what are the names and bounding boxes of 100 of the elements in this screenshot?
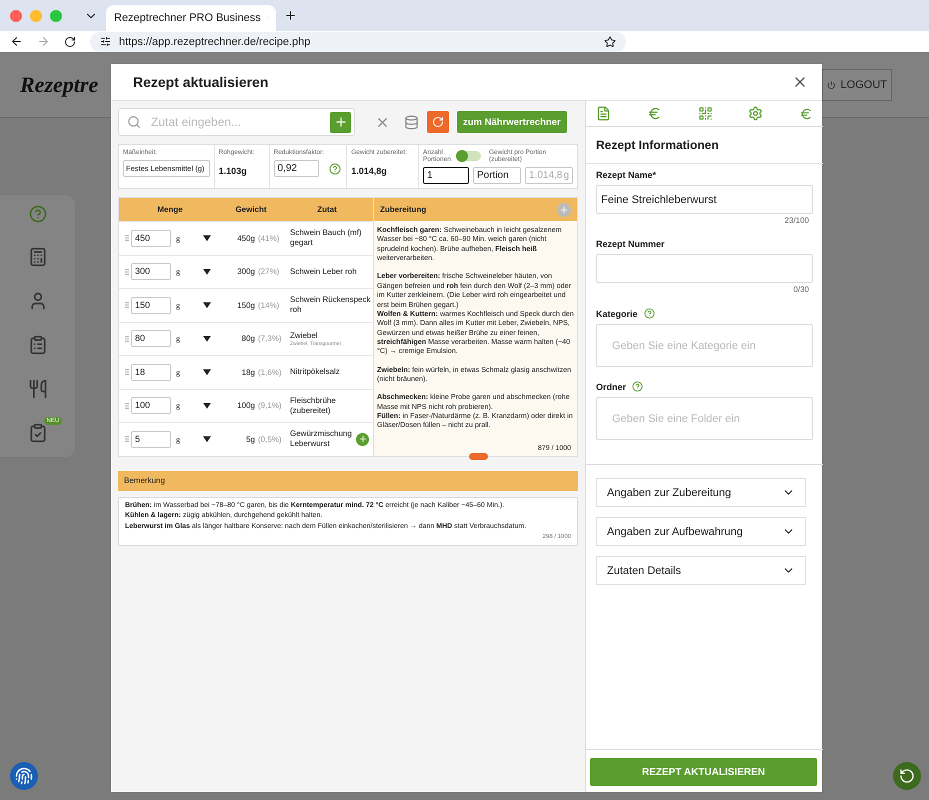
drag-handle-icon[interactable] (123, 334, 131, 343)
weight-text: 100g (236, 401, 255, 410)
new-tab-icon[interactable] (284, 9, 297, 22)
character-counter: 23/100 (784, 216, 809, 225)
ingredient-name: Zwiebel (290, 330, 318, 341)
list-icon[interactable] (28, 335, 48, 355)
reduction-input[interactable]: 0,92 (274, 160, 318, 178)
qr-code-icon[interactable] (698, 106, 712, 121)
refresh-button[interactable] (427, 111, 449, 133)
text-field[interactable]: Geben Sie eine Kategorie ein (596, 324, 813, 367)
weight-text: 5g (245, 434, 255, 444)
share-text: (41%) (258, 234, 280, 243)
calculator-icon[interactable] (28, 247, 48, 267)
forward-icon[interactable] (37, 35, 50, 48)
ingredient-name: Schwein Rückenspeck roh (290, 295, 371, 316)
field-label: Ordner (596, 382, 626, 392)
caret-icon[interactable] (203, 235, 211, 242)
text-field[interactable]: Feine Streichleberwurst (596, 185, 813, 214)
caret-icon[interactable] (203, 369, 211, 376)
drag-handle-icon[interactable] (123, 234, 131, 242)
raw-weight-value: 1.103g (218, 166, 248, 176)
drag-handle-icon[interactable] (123, 402, 131, 410)
share-text: (1,6%) (258, 368, 283, 377)
unit-text: g (175, 300, 181, 310)
section-title: Rezept Informationen (586, 127, 823, 164)
column-header: Menge (156, 205, 184, 214)
help-icon[interactable] (644, 308, 655, 319)
caret-icon[interactable] (203, 336, 211, 342)
ingredient-name: Nitritpökelsalz (290, 367, 340, 378)
amount-input[interactable]: 100 (131, 397, 171, 414)
drag-handle-icon[interactable] (123, 301, 131, 310)
browser-tab[interactable]: Rezeptrechner PRO Business (106, 5, 276, 31)
portions-input[interactable]: 1 (423, 167, 469, 184)
weight-text: 450g (236, 234, 255, 243)
share-text: (14%) (258, 300, 280, 310)
caret-icon[interactable] (203, 268, 211, 275)
clipboard-icon[interactable] (28, 423, 48, 443)
unit-text: g (175, 334, 181, 344)
resize-handle[interactable] (469, 452, 488, 460)
accordion-header[interactable]: Zutaten Details (596, 556, 806, 585)
portion-unit-input[interactable]: Portion (473, 167, 521, 184)
field-label: Rezept Name* (596, 170, 656, 180)
help-icon[interactable] (328, 162, 340, 175)
site-settings-icon[interactable] (100, 36, 111, 47)
settings-icon[interactable] (748, 106, 764, 121)
amount-input[interactable]: 18 (131, 364, 171, 381)
refresh-icon (432, 116, 444, 128)
accordion-header[interactable]: Angaben zur Zubereitung (596, 478, 806, 507)
weight-text: 80g (240, 334, 255, 344)
logout-button[interactable]: LOGOUT (822, 68, 892, 100)
modal-title: Rezept aktualisieren (133, 74, 268, 90)
drag-handle-icon[interactable] (123, 368, 131, 376)
ingredient-name: Schwein Bauch (mf) gegart (290, 228, 363, 248)
character-counter: 0/30 (793, 285, 809, 294)
amount-input[interactable]: 5 (131, 430, 171, 448)
back-icon[interactable] (10, 35, 23, 48)
caret-icon[interactable] (203, 402, 211, 409)
amount-input[interactable]: 300 (131, 263, 171, 280)
unit-text: g (175, 434, 181, 444)
add-icon[interactable] (356, 432, 369, 446)
text-field[interactable] (596, 254, 813, 283)
ingredient-name: Schwein Leber roh (290, 266, 357, 277)
cooked-weight-value: 1.014,8g (351, 166, 388, 176)
amount-input[interactable]: 80 (131, 330, 171, 348)
bookmark-icon[interactable] (604, 36, 616, 48)
amount-input[interactable]: 150 (131, 296, 171, 314)
help-icon[interactable] (632, 381, 644, 392)
share-text: (0,5%) (258, 434, 283, 444)
cutlery-icon[interactable] (28, 379, 48, 399)
address-bar[interactable]: https://app.rezeptrechner.de/recipe.php (90, 32, 626, 52)
add-button[interactable] (330, 112, 351, 132)
field-label: Rezept Nummer (596, 239, 665, 249)
portion-toggle[interactable] (457, 151, 481, 162)
field-label: Kategorie (596, 308, 638, 318)
drag-handle-icon[interactable] (123, 268, 131, 276)
close-window-icon[interactable] (10, 10, 22, 22)
drag-handle-icon[interactable] (123, 435, 131, 444)
ingredient-name: Gewürzmischung Leberwurst (290, 429, 353, 450)
unit-text: g (175, 401, 181, 410)
caret-icon[interactable] (203, 302, 211, 308)
share-text: (9,1%) (258, 401, 283, 410)
weight-text: 300g (236, 267, 255, 276)
column-header: Gewicht (234, 205, 268, 214)
share-text: (7,3%) (258, 334, 283, 344)
amount-input[interactable]: 450 (131, 230, 171, 247)
database-search-icon[interactable] (404, 114, 419, 130)
text-field[interactable]: Geben Sie eine Folder ein (596, 397, 813, 440)
plus-icon (334, 115, 348, 129)
weight-text: 150g (236, 300, 255, 310)
search-field[interactable]: Zutat eingeben... (118, 108, 355, 136)
accordion-header[interactable]: Angaben zur Aufbewahrung (596, 517, 806, 546)
refresh-icon[interactable] (893, 762, 921, 790)
reload-icon[interactable] (64, 36, 76, 48)
unit-text: g (175, 267, 181, 276)
search-icon (127, 115, 141, 129)
euro-icon[interactable] (646, 106, 662, 121)
column-header: Zutat (316, 205, 338, 214)
share-text: (27%) (258, 267, 280, 276)
caret-icon[interactable] (203, 436, 211, 442)
fingerprint-icon[interactable] (10, 762, 38, 790)
